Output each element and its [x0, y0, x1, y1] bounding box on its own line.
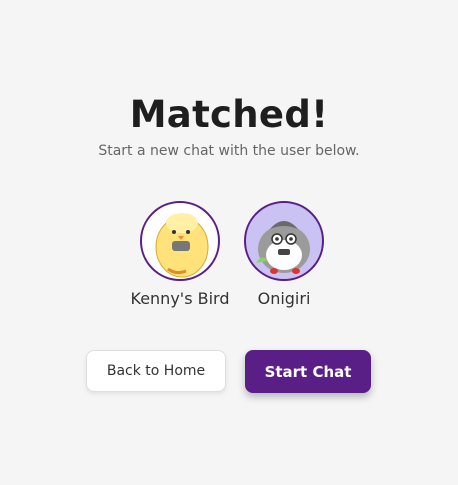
page-subtitle: Start a new chat with the user below. [98, 143, 360, 159]
gray-bird-icon [256, 221, 310, 274]
match-user-name: Kenny's Bird [130, 289, 230, 308]
back-to-home-button[interactable]: Back to Home [86, 350, 226, 392]
match-user-card: Onigiri [224, 201, 344, 308]
avatar [244, 201, 324, 281]
match-user-name: Onigiri [257, 289, 311, 308]
avatar [140, 201, 220, 281]
yellow-bird-icon [155, 213, 209, 278]
start-chat-button[interactable]: Start Chat [245, 350, 371, 393]
page-title: Matched! [129, 93, 329, 136]
match-user-card: Kenny's Bird [120, 201, 240, 308]
